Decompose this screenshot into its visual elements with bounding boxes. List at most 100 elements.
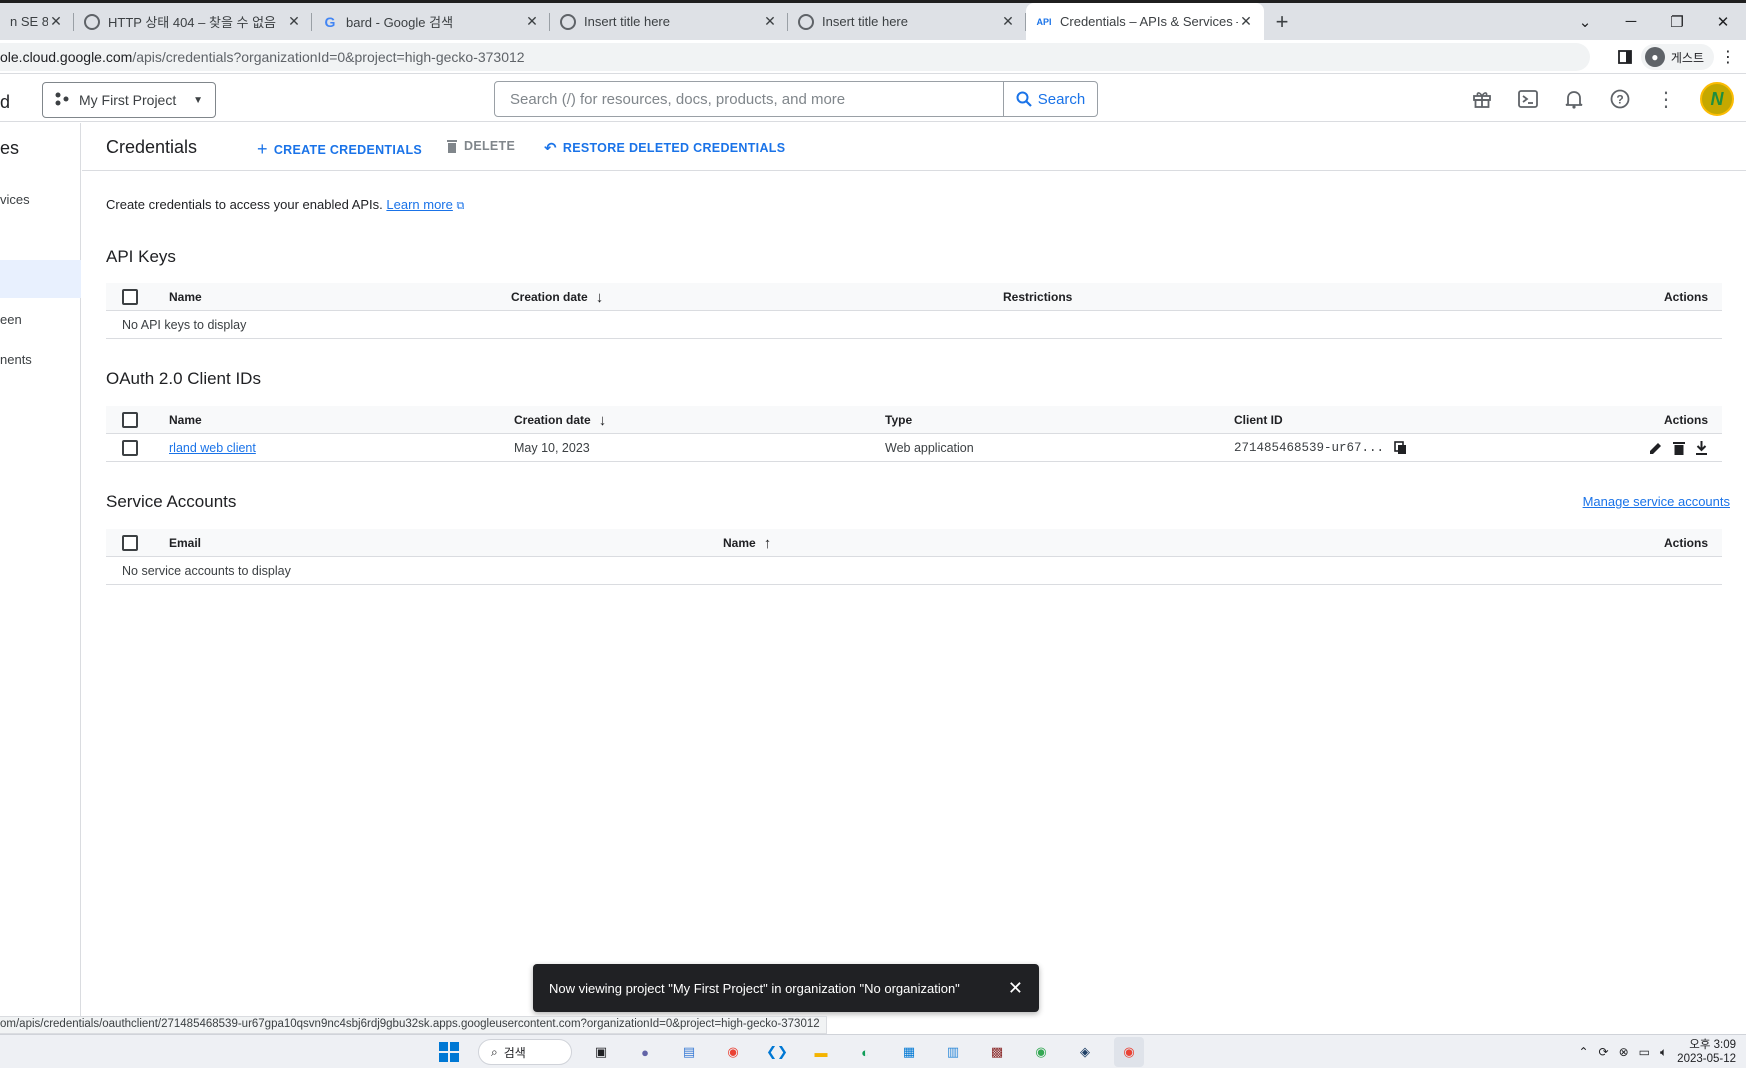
column-creation-date[interactable]: Creation date ↓ (514, 406, 606, 434)
windows-taskbar: ⌕ 검색 ▣ ● ▤ ◉ ❮❯ ▬ ◐ ▦ ▥ ▩ ◉ ◈ ◉ ⌃ ⟳ ⊗ ▭ … (0, 1034, 1746, 1068)
dropdown-arrow-icon: ▼ (193, 94, 203, 106)
help-icon[interactable]: ? (1608, 87, 1632, 111)
table-row: rland web client May 10, 2023 Web applic… (106, 434, 1722, 462)
chrome-icon[interactable]: ◉ (718, 1037, 748, 1067)
task-view-icon[interactable]: ▣ (586, 1037, 616, 1067)
store-icon[interactable]: ▦ (894, 1037, 924, 1067)
network-icon[interactable]: ▭ (1639, 1045, 1650, 1059)
search-input[interactable]: Search (/) for resources, docs, products… (495, 91, 1003, 108)
chat-icon[interactable]: ● (630, 1037, 660, 1067)
column-name[interactable]: Name (169, 406, 202, 434)
tab-title: bard - Google 검색 (346, 15, 454, 30)
browser-tab[interactable]: n SE 8 ) ✕ (0, 3, 74, 40)
browser-menu-icon[interactable]: ⋮ (1720, 47, 1736, 67)
close-tab-icon[interactable]: ✕ (1238, 13, 1254, 30)
column-name[interactable]: Name (169, 283, 202, 311)
browser-tab[interactable]: Insert title here ✕ (788, 3, 1026, 40)
volume-icon[interactable]: 🔈︎ (1660, 1045, 1667, 1060)
close-tab-icon[interactable]: ✕ (762, 13, 778, 30)
client-name-link[interactable]: rland web client (169, 441, 256, 455)
plus-icon: + (257, 139, 268, 159)
close-icon[interactable]: ✕ (1008, 978, 1023, 999)
nav-item-consent-screen[interactable]: een (0, 300, 81, 338)
edge-icon[interactable]: ◐ (850, 1037, 880, 1067)
chrome-active-icon[interactable]: ◉ (1114, 1037, 1144, 1067)
profile-button[interactable]: ● 게스트 (1640, 44, 1714, 70)
account-avatar[interactable]: N (1700, 82, 1734, 116)
vscode-icon[interactable]: ❮❯ (762, 1037, 792, 1067)
select-all-checkbox[interactable] (122, 535, 138, 551)
chevron-up-icon[interactable]: ⌃ (1578, 1045, 1588, 1059)
new-tab-button[interactable]: + (1264, 3, 1300, 40)
status-x-icon[interactable]: ⊗ (1619, 1045, 1629, 1059)
nav-item-credentials[interactable] (0, 260, 81, 298)
maximize-icon[interactable]: ❐ (1654, 3, 1700, 40)
row-checkbox[interactable] (122, 440, 138, 456)
google-icon: G (324, 13, 336, 30)
gift-icon[interactable] (1470, 87, 1494, 111)
sort-descending-icon: ↓ (595, 288, 604, 306)
side-panel-icon[interactable] (1615, 47, 1635, 67)
nav-item-agreements[interactable]: nents (0, 340, 81, 378)
folder-icon[interactable]: ▬ (806, 1037, 836, 1067)
close-tab-icon[interactable]: ✕ (1000, 13, 1016, 30)
address-bar[interactable]: ole.cloud.google.com/apis/credentials?or… (0, 43, 1590, 71)
column-name-label: Name (723, 536, 756, 550)
main-content: Credentials + CREATE CREDENTIALS DELETE … (82, 123, 1746, 1033)
column-creation-date-label: Creation date (514, 413, 591, 427)
close-tab-icon[interactable]: ✕ (524, 13, 540, 30)
tab-title: HTTP 상태 404 – 찾을 수 없음 (108, 15, 277, 30)
action-bar: Credentials + CREATE CREDENTIALS DELETE … (82, 123, 1746, 171)
file-explorer-app-icon[interactable]: ▤ (674, 1037, 704, 1067)
close-tab-icon[interactable]: ✕ (48, 13, 64, 30)
nav-item-services[interactable]: vices (0, 180, 81, 218)
copy-icon[interactable] (1394, 441, 1407, 455)
column-name[interactable]: Name ↑ (723, 529, 771, 557)
learn-more-link[interactable]: Learn more (386, 197, 452, 212)
clock[interactable]: 오후 3:09 2023-05-12 (1677, 1038, 1736, 1066)
select-all-checkbox[interactable] (122, 289, 138, 305)
close-window-icon[interactable]: ✕ (1700, 3, 1746, 40)
more-options-icon[interactable]: ⋮ (1654, 87, 1678, 111)
column-actions: Actions (1663, 290, 1708, 304)
column-creation-date[interactable]: Creation date ↓ (511, 283, 603, 311)
clock-time: 오후 3:09 (1689, 1039, 1736, 1051)
delete-button[interactable]: DELETE (446, 139, 515, 153)
eclipse-icon[interactable]: ▩ (982, 1037, 1012, 1067)
taskbar-search[interactable]: ⌕ 검색 (478, 1039, 572, 1065)
url-path: /apis/credentials?organizationId=0&proje… (132, 49, 525, 65)
minimize-icon[interactable]: ─ (1608, 3, 1654, 40)
mysql-workbench-icon[interactable]: ◈ (1070, 1037, 1100, 1067)
select-all-checkbox[interactable] (122, 412, 138, 428)
left-navigation: es vices een nents (0, 123, 81, 1033)
console-header: d My First Project ▼ Search (/) for reso… (0, 75, 1746, 122)
download-icon[interactable] (1695, 441, 1708, 455)
manage-service-accounts-link[interactable]: Manage service accounts (1583, 494, 1730, 509)
cloud-shell-icon[interactable] (1516, 87, 1540, 111)
edit-icon[interactable] (1649, 441, 1663, 455)
tab-search-icon[interactable]: ⌄ (1562, 3, 1608, 40)
notifications-icon[interactable] (1562, 87, 1586, 111)
search-button[interactable]: Search (1003, 82, 1097, 116)
delete-icon[interactable] (1673, 441, 1685, 455)
clock-date: 2023-05-12 (1677, 1053, 1736, 1065)
browser-tab[interactable]: HTTP 상태 404 – 찾을 수 없음 ✕ (74, 3, 312, 40)
create-credentials-button[interactable]: + CREATE CREDENTIALS (257, 139, 422, 160)
column-email[interactable]: Email (169, 529, 201, 557)
profile-label: 게스트 (1670, 50, 1704, 65)
service-accounts-table: Email Name ↑ Actions No service accounts… (106, 529, 1722, 585)
column-type[interactable]: Type (885, 406, 912, 434)
snackbar-message: Now viewing project "My First Project" i… (549, 980, 960, 996)
restore-deleted-credentials-button[interactable]: ↶ RESTORE DELETED CREDENTIALS (544, 139, 785, 157)
notepad-icon[interactable]: ▥ (938, 1037, 968, 1067)
chrome-dev-icon[interactable]: ◉ (1026, 1037, 1056, 1067)
browser-tab[interactable]: G bard - Google 검색 ✕ (312, 3, 550, 40)
browser-tab-active[interactable]: API Credentials – APIs & Services – ✕ (1026, 3, 1264, 40)
empty-message: No service accounts to display (122, 564, 291, 578)
project-picker[interactable]: My First Project ▼ (42, 82, 216, 118)
sync-icon[interactable]: ⟳ (1599, 1045, 1609, 1059)
close-tab-icon[interactable]: ✕ (286, 13, 302, 30)
create-credentials-label: CREATE CREDENTIALS (273, 142, 423, 157)
browser-tab[interactable]: Insert title here ✕ (550, 3, 788, 40)
windows-start-icon[interactable] (434, 1037, 464, 1067)
